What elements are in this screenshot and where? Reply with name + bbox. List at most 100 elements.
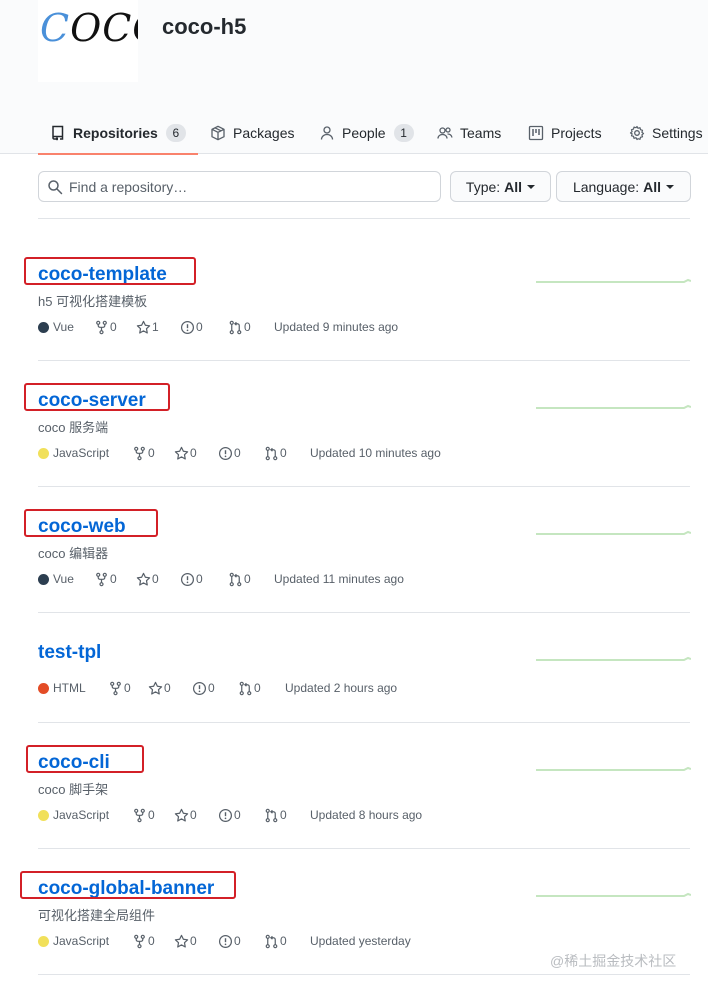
filter-label: Language: [572,178,640,195]
tab-projects[interactable]: Projects [528,112,602,154]
issues-link[interactable]: 0 [180,571,203,587]
tab-repositories[interactable]: Repositories 6 [38,112,198,155]
repo-meta: Vue 0 1 0 0 Updated 9 minutes ago [38,319,638,335]
activity-sparkline [536,656,691,661]
updated-time: Updated 11 minutes ago [274,572,404,586]
org-name[interactable]: coco-h5 [162,14,246,40]
tab-teams[interactable]: Teams [437,112,501,154]
pull-requests-link[interactable]: 0 [264,445,287,461]
pull-requests-link[interactable]: 0 [228,571,251,587]
annotation-highlight-box [20,871,236,899]
fork-icon [134,934,145,948]
forks-link[interactable]: 0 [132,933,155,949]
repo-description: 可视化搭建全局组件 [38,908,156,923]
star-icon [174,808,189,822]
star-icon [136,320,151,334]
pull-requests-count: 0 [280,934,287,948]
repo-meta: JavaScript 0 0 0 0 Updated 10 minutes ago [38,445,638,461]
issues-link[interactable]: 0 [218,807,241,823]
stars-link[interactable]: 0 [174,445,197,461]
repo-description: h5 可视化搭建模板 [38,294,148,309]
repo-meta: Vue 0 0 0 0 Updated 11 minutes ago [38,571,638,587]
repo-name-link[interactable]: test-tpl [38,642,101,664]
stars-link[interactable]: 1 [136,319,159,335]
repo-language: JavaScript [38,445,109,461]
stars-link[interactable]: 0 [136,571,159,587]
issue-icon [180,320,195,334]
pull-requests-count: 0 [244,572,251,586]
issues-link[interactable]: 0 [218,445,241,461]
pull-requests-link[interactable]: 0 [238,680,261,696]
updated-time: Updated 8 hours ago [310,808,423,822]
repo-divider [38,974,690,975]
activity-sparkline [536,278,691,283]
pull-request-icon [265,934,278,948]
repo-divider [38,360,690,361]
tab-label: Projects [551,125,602,141]
people-icon [437,127,453,139]
star-icon [174,446,189,460]
language-color-dot [38,935,49,947]
filter-value: All [643,178,662,195]
pull-request-icon [265,808,278,822]
annotation-highlight-box [24,509,158,537]
forks-count: 0 [124,681,131,695]
issues-link[interactable]: 0 [218,933,241,949]
org-header: COCO coco-h5 [0,0,708,112]
forks-count: 0 [110,320,117,334]
language-filter-button[interactable]: Language: All [556,171,691,202]
repo-language: JavaScript [38,807,109,823]
forks-link[interactable]: 0 [132,807,155,823]
tab-label: Repositories [73,125,158,141]
forks-count: 0 [148,808,155,822]
issues-count: 0 [208,681,215,695]
repo-description: coco 服务端 [38,420,109,435]
gear-icon [629,125,645,141]
repo-language: Vue [38,571,74,587]
type-filter-button[interactable]: Type: All [450,171,551,202]
issues-count: 0 [234,934,241,948]
issues-link[interactable]: 0 [192,680,215,696]
repo-search-input[interactable] [69,178,429,195]
repo-divider [38,486,690,487]
pull-requests-link[interactable]: 0 [228,319,251,335]
package-icon [211,125,225,141]
star-icon [136,572,151,586]
stars-link[interactable]: 0 [174,933,197,949]
language-label: Vue [53,572,74,586]
stars-link[interactable]: 0 [148,680,171,696]
issues-link[interactable]: 0 [180,319,203,335]
updated-time: Updated 9 minutes ago [274,320,399,334]
pull-requests-count: 0 [280,446,287,460]
stars-link[interactable]: 0 [174,807,197,823]
stars-count: 0 [152,572,159,586]
forks-link[interactable]: 0 [108,680,131,696]
language-label: JavaScript [53,808,110,822]
forks-link[interactable]: 0 [94,319,117,335]
tab-packages[interactable]: Packages [210,112,294,154]
fork-icon [134,808,145,822]
forks-link[interactable]: 0 [132,445,155,461]
project-icon [528,125,544,141]
language-label: Vue [53,320,74,334]
pull-requests-link[interactable]: 0 [264,807,287,823]
repo-meta: JavaScript 0 0 0 0 Updated 8 hours ago [38,807,638,823]
repo-meta: HTML 0 0 0 0 Updated 2 hours ago [38,680,638,696]
tab-people[interactable]: People 1 [319,112,414,154]
forks-link[interactable]: 0 [94,571,117,587]
updated-time: Updated 2 hours ago [285,681,398,695]
fork-icon [134,446,145,460]
repo-search-box[interactable] [38,171,441,202]
tab-settings[interactable]: Settings [629,112,703,154]
pull-request-icon [229,572,242,586]
activity-sparkline [536,404,691,409]
pull-requests-count: 0 [254,681,261,695]
org-nav-tabs: Repositories 6 Packages People 1 Teams P… [0,112,708,155]
activity-sparkline [536,892,691,897]
repo-meta: JavaScript 0 0 0 0 Updated yesterday [38,933,638,949]
star-icon [148,681,163,695]
fork-icon [96,572,107,586]
pull-requests-link[interactable]: 0 [264,933,287,949]
stars-count: 0 [190,446,197,460]
org-avatar[interactable]: COCO [38,0,138,82]
